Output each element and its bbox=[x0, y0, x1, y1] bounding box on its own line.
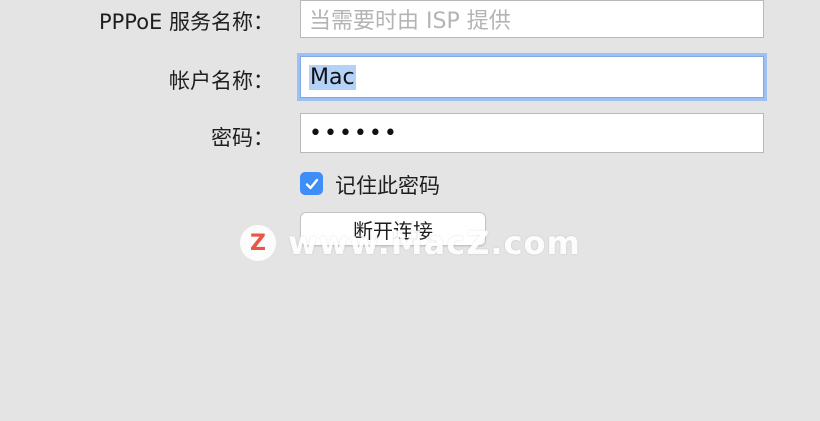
service-name-input[interactable]: 当需要时由 ISP 提供 bbox=[300, 0, 764, 38]
macz-logo-icon: Z bbox=[240, 225, 276, 261]
watermark-text: www.MacZ.com bbox=[288, 224, 581, 262]
account-name-label: 帐户名称： bbox=[169, 69, 274, 93]
account-name-input[interactable]: Mac bbox=[300, 56, 764, 98]
account-name-value: Mac bbox=[309, 64, 356, 90]
service-name-label: PPPoE 服务名称： bbox=[98, 10, 274, 34]
password-input[interactable]: •••••• bbox=[300, 113, 764, 153]
remember-password-label[interactable]: 记住此密码 bbox=[335, 170, 440, 200]
watermark: Z www.MacZ.com bbox=[240, 224, 581, 262]
checkmark-icon bbox=[305, 178, 318, 189]
remember-password-checkbox[interactable] bbox=[300, 172, 323, 195]
password-value: •••••• bbox=[309, 120, 399, 146]
service-name-placeholder: 当需要时由 ISP 提供 bbox=[309, 9, 511, 34]
password-label: 密码： bbox=[211, 126, 274, 150]
